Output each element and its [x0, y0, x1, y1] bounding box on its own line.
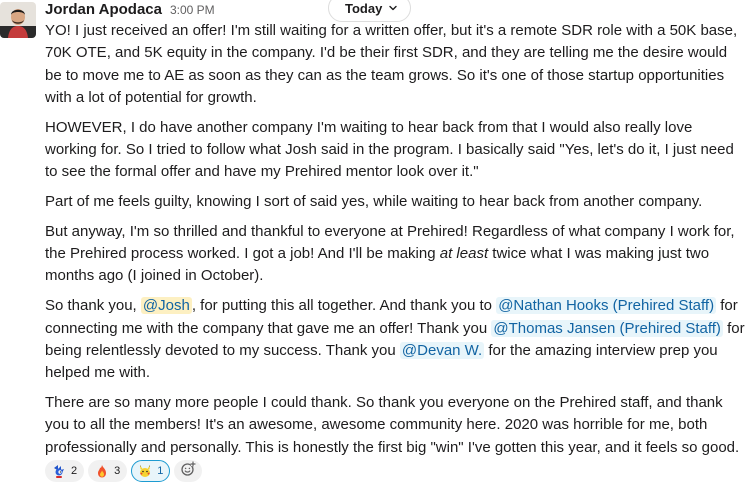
avatar[interactable]	[0, 2, 36, 38]
paragraph-1: YO! I just received an offer! I'm still …	[45, 22, 738, 106]
reaction-sonic[interactable]: 2	[45, 460, 85, 482]
reaction-count: 1	[157, 465, 164, 477]
date-divider-label: Today	[345, 0, 383, 16]
sonic-emoji-icon	[51, 463, 67, 479]
message-header: Jordan Apodaca 3:00 PM	[45, 1, 215, 21]
mention-josh[interactable]: @Josh	[140, 297, 192, 315]
timestamp[interactable]: 3:00 PM	[170, 3, 215, 17]
paragraph-5: So thank you, @Josh, for putting this al…	[45, 295, 745, 384]
mention-nathan-hooks[interactable]: @Nathan Hooks (Prehired Staff)	[496, 297, 717, 315]
add-reaction-button[interactable]	[174, 460, 203, 482]
sender-name[interactable]: Jordan Apodaca	[45, 1, 162, 18]
paragraph-4-italic: at least	[439, 245, 489, 263]
reaction-count: 3	[114, 465, 121, 477]
fire-emoji-icon	[94, 463, 110, 479]
paragraph-3: Part of me feels guilty, knowing I sort …	[45, 193, 703, 211]
chevron-down-icon	[388, 3, 398, 13]
avatar-photo-icon	[0, 2, 36, 38]
mention-thomas-jansen[interactable]: @Thomas Jansen (Prehired Staff)	[491, 319, 723, 337]
pikachu-emoji-icon	[137, 463, 153, 479]
paragraph-5-text-a: So thank you,	[45, 297, 141, 315]
date-divider-button[interactable]: Today	[328, 0, 412, 22]
add-emoji-icon	[180, 460, 196, 482]
reaction-pikachu[interactable]: 1	[131, 460, 171, 482]
reaction-fire[interactable]: 3	[88, 460, 128, 482]
mention-devan-w[interactable]: @Devan W.	[399, 341, 485, 359]
paragraph-2: HOWEVER, I do have another company I'm w…	[45, 118, 734, 181]
message: Jordan Apodaca 3:00 PM Today YO! I just …	[0, 0, 746, 485]
paragraph-5-text-b: , for putting this all together. And tha…	[191, 297, 497, 315]
paragraph-6: There are so many more people I could th…	[45, 393, 740, 456]
message-body: YO! I just received an offer! I'm still …	[45, 20, 745, 466]
reaction-count: 2	[71, 465, 78, 477]
paragraph-4: But anyway, I'm so thrilled and thankful…	[45, 221, 745, 288]
reaction-bar: 2 3 1	[45, 460, 203, 482]
